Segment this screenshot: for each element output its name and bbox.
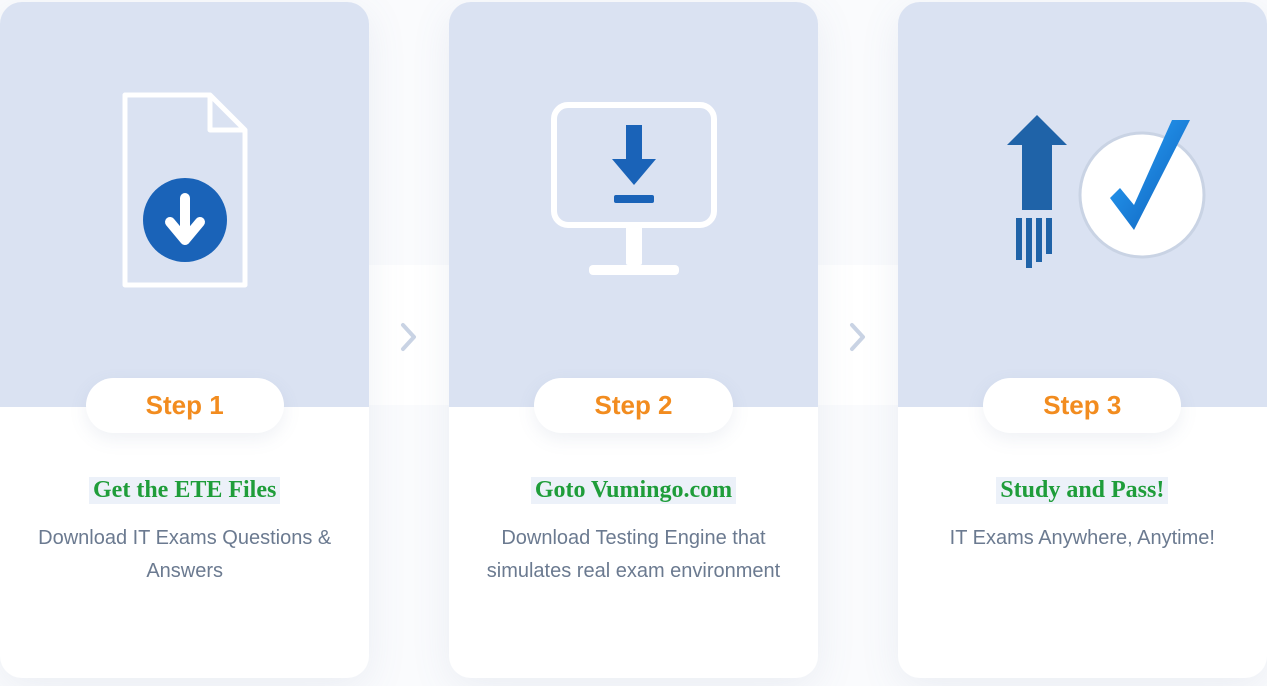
card-bottom: Goto Vumingo.com Download Testing Engine… [449, 407, 818, 678]
step-card-2: Step 2 Goto Vumingo.com Download Testing… [449, 2, 818, 678]
step-pill: Step 2 [534, 378, 732, 433]
card-bottom: Get the ETE Files Download IT Exams Ques… [0, 407, 369, 678]
step-title: Study and Pass! [996, 477, 1168, 504]
file-download-icon [0, 2, 369, 378]
step-pill-label: Step 2 [594, 390, 672, 420]
step-desc: Download IT Exams Questions & Answers [30, 522, 339, 588]
card-top: Step 3 [898, 2, 1267, 407]
step-pill-label: Step 3 [1043, 390, 1121, 420]
step-pill: Step 1 [86, 378, 284, 433]
step-card-3: Step 3 Study and Pass! IT Exams Anywhere… [898, 2, 1267, 678]
step-desc: IT Exams Anywhere, Anytime! [928, 522, 1237, 555]
step-desc: Download Testing Engine that simulates r… [479, 522, 788, 588]
card-bottom: Study and Pass! IT Exams Anywhere, Anyti… [898, 407, 1267, 678]
launch-check-icon [898, 2, 1267, 378]
step-card-1: Step 1 Get the ETE Files Download IT Exa… [0, 2, 369, 678]
steps-row: Step 1 Get the ETE Files Download IT Exa… [0, 0, 1267, 678]
card-top: Step 2 [449, 2, 818, 407]
card-top: Step 1 [0, 2, 369, 407]
step-title: Goto Vumingo.com [531, 477, 736, 504]
step-pill: Step 3 [983, 378, 1181, 433]
step-title: Get the ETE Files [89, 477, 280, 504]
arrow-separator [399, 2, 418, 352]
arrow-separator [848, 2, 867, 352]
monitor-download-icon [449, 2, 818, 378]
step-pill-label: Step 1 [146, 390, 224, 420]
